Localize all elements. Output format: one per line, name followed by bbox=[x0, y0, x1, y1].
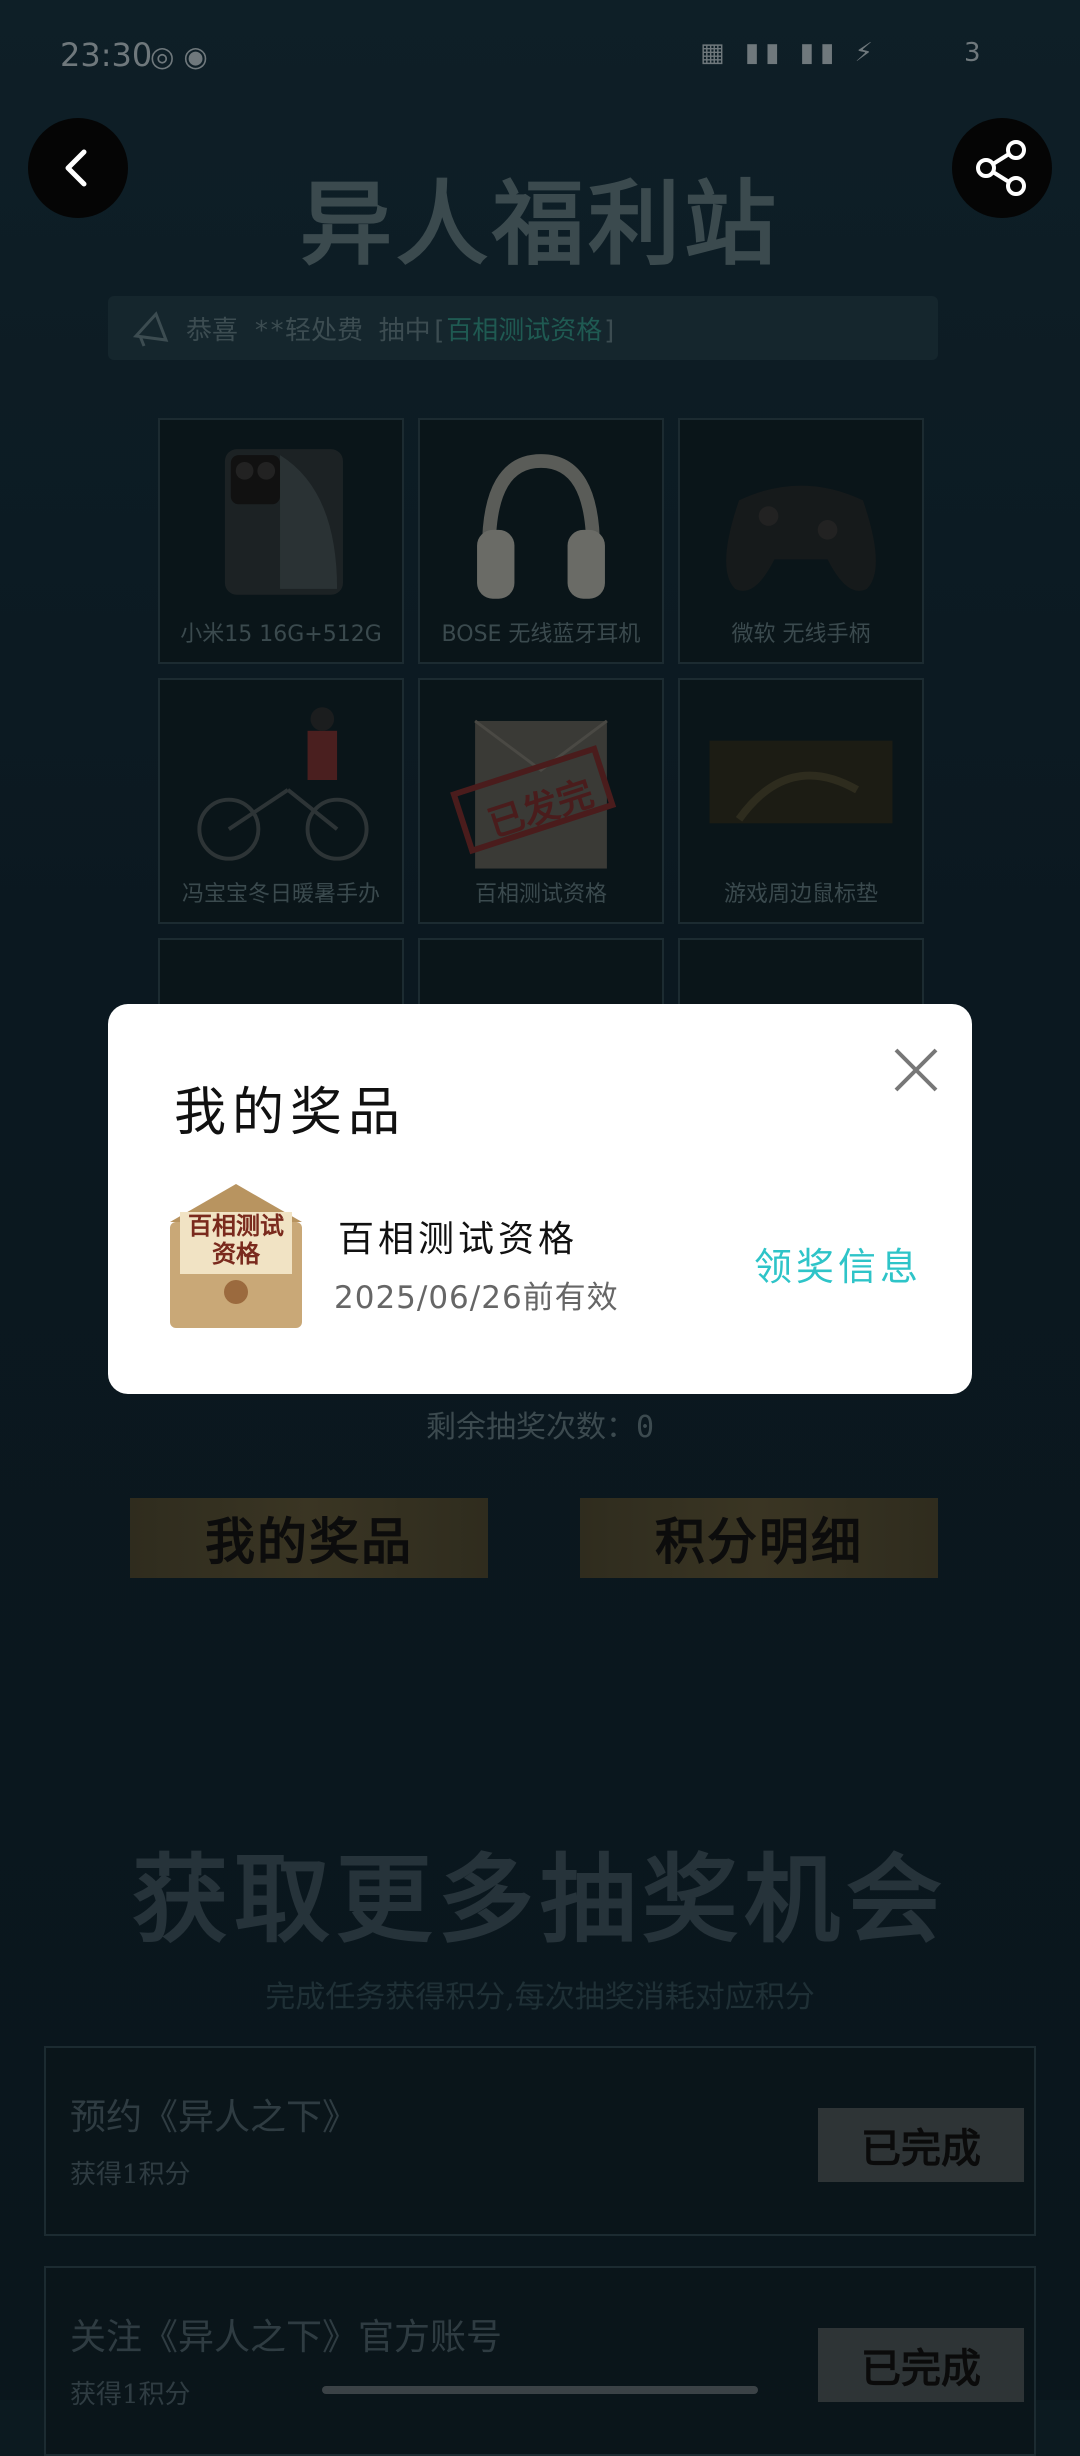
prize-cell: 冯宝宝冬日暖暑手办 bbox=[158, 678, 404, 924]
gamepad-icon bbox=[726, 485, 876, 591]
task-status-button[interactable]: 已完成 bbox=[818, 2108, 1024, 2182]
task-title: 关注《异人之下》官方账号 bbox=[70, 2317, 503, 2358]
prize-cell: BOSE 无线蓝牙耳机 bbox=[418, 418, 664, 664]
my-prizes-modal: 我的奖品 百相测试资格 百相测试资格 2025/06/26前有效 领奖信息 bbox=[108, 1004, 972, 1394]
prize-label: 游戏周边鼠标垫 bbox=[723, 882, 878, 907]
my-prizes-button[interactable]: 我的奖品 bbox=[130, 1498, 488, 1578]
more-chances-subtitle: 完成任务获得积分,每次抽奖消耗对应积分 bbox=[265, 1980, 815, 2015]
close-icon[interactable] bbox=[888, 1042, 944, 1098]
phone-icon bbox=[224, 449, 343, 595]
prize-valid-date: 2025/06/26前有效 bbox=[334, 1280, 619, 1316]
claim-info-link[interactable]: 领奖信息 bbox=[754, 1236, 922, 1291]
headphones-icon bbox=[477, 454, 605, 599]
modal-title: 我的奖品 bbox=[174, 1083, 407, 1143]
task-card: 预约《异人之下》 获得1积分 已完成 bbox=[44, 2046, 1036, 2236]
prize-label: 小米15 16G+512G bbox=[180, 622, 382, 647]
prize-thumbnail: 百相测试资格 bbox=[166, 1182, 306, 1332]
ticker-suffix: ] bbox=[602, 315, 618, 346]
battery-level: 3 bbox=[964, 38, 981, 68]
more-chances-title: 获取更多抽奖机会 bbox=[132, 1843, 948, 1956]
mousepad-icon bbox=[709, 740, 893, 824]
prize-thumbnail-text: 百相测试资格 bbox=[188, 1211, 284, 1268]
page: 23:30 ◎ ◉ ▦ ▮▮ ▮▮ ⚡ 3 异人福利站 恭喜 **轻处费 抽中[… bbox=[0, 0, 1080, 2456]
prize-cell: 小米15 16G+512G bbox=[158, 418, 404, 664]
remaining-draws: 剩余抽奖次数：0 bbox=[425, 1410, 655, 1445]
prize-label: 微软 无线手柄 bbox=[731, 622, 871, 647]
figure-icon bbox=[197, 707, 369, 861]
ticker-prefix: 恭喜 **轻处费 抽中[ bbox=[186, 315, 447, 346]
page-title: 异人福利站 bbox=[299, 170, 780, 278]
home-indicator[interactable] bbox=[322, 2386, 758, 2394]
task-reward: 获得1积分 bbox=[70, 2160, 191, 2190]
status-bar: 23:30 ◎ ◉ ▦ ▮▮ ▮▮ ⚡ 3 bbox=[0, 0, 1080, 110]
winner-ticker: 恭喜 **轻处费 抽中[百相测试资格] bbox=[108, 296, 938, 360]
notification-icons: ◎ ◉ bbox=[150, 40, 208, 73]
ticker-prize: 百相测试资格 bbox=[446, 315, 603, 346]
prize-label: BOSE 无线蓝牙耳机 bbox=[441, 622, 641, 647]
prize-cell: 游戏周边鼠标垫 bbox=[678, 678, 924, 924]
prize-name: 百相测试资格 bbox=[338, 1219, 579, 1260]
prize-label: 百相测试资格 bbox=[474, 882, 607, 907]
prize-label: 冯宝宝冬日暖暑手办 bbox=[181, 882, 380, 907]
status-time: 23:30 bbox=[60, 36, 153, 74]
prize-cell: 微软 无线手柄 bbox=[678, 418, 924, 664]
task-card: 关注《异人之下》官方账号 获得1积分 已完成 bbox=[44, 2266, 1036, 2456]
ticker-text: 恭喜 **轻处费 抽中[百相测试资格] bbox=[186, 310, 618, 347]
task-status-button[interactable]: 已完成 bbox=[818, 2328, 1024, 2402]
points-detail-button[interactable]: 积分明细 bbox=[580, 1498, 938, 1578]
task-title: 预约《异人之下》 bbox=[70, 2097, 359, 2138]
prize-cell: 已发完 百相测试资格 bbox=[418, 678, 664, 924]
task-reward: 获得1积分 bbox=[70, 2380, 191, 2410]
signal-icons: ▦ ▮▮ ▮▮ ⚡ bbox=[700, 38, 879, 68]
megaphone-icon bbox=[132, 311, 169, 347]
